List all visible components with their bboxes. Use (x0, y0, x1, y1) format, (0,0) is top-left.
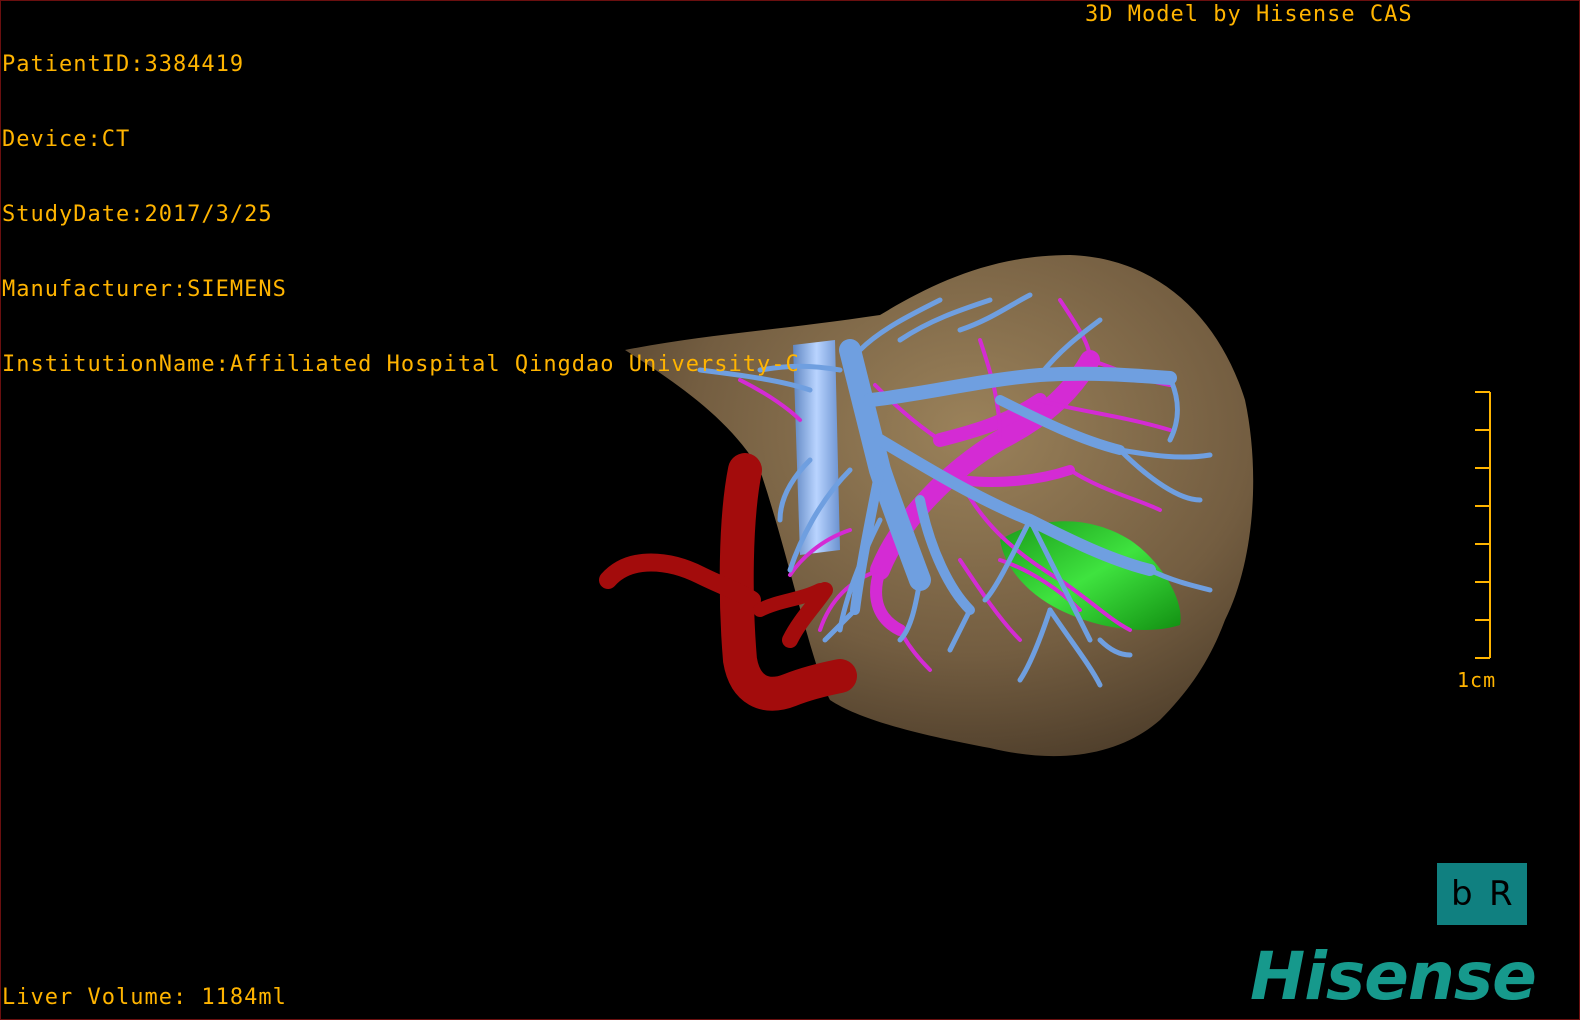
scale-bar-label: 1cm (1457, 668, 1497, 692)
device: Device:CT (2, 127, 131, 152)
model-credit: 3D Model by Hisense CAS (1085, 2, 1413, 27)
liver-volume: Liver Volume: 1184ml (2, 985, 287, 1010)
institution-name: InstitutionName:Affiliated Hospital Qing… (2, 352, 800, 377)
hisense-logo: Hisense (1250, 938, 1537, 1015)
dicom-info-overlay: PatientID:3384419 Device:CT StudyDate:20… (2, 2, 800, 402)
scale-bar (1475, 391, 1491, 659)
manufacturer: Manufacturer:SIEMENS (2, 277, 287, 302)
inferior-vena-cava (793, 340, 840, 555)
orientation-left-glyph: d (1451, 874, 1473, 914)
orientation-right-glyph: R (1488, 874, 1513, 914)
study-date: StudyDate:2017/3/25 (2, 202, 273, 227)
orientation-marker-button[interactable]: dR (1437, 863, 1527, 925)
patient-id: PatientID:3384419 (2, 52, 245, 77)
